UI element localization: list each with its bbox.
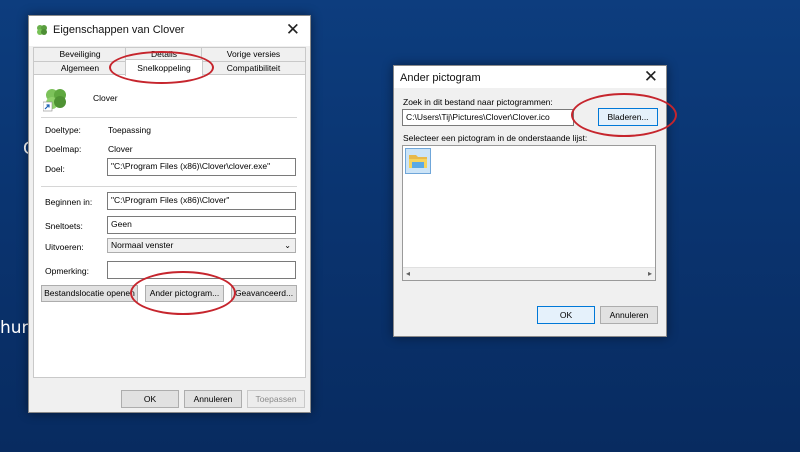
icon-ok-button[interactable]: OK — [537, 306, 595, 324]
icon-dialog-title: Ander pictogram — [400, 72, 481, 84]
uitvoeren-value: Normaal venster — [111, 240, 174, 250]
annotation-ring-ander-pictogram — [130, 271, 236, 315]
divider — [41, 117, 297, 118]
chevron-right-icon[interactable]: ▸ — [648, 269, 652, 278]
icon-dialog-titlebar[interactable]: Ander pictogram ✕ — [394, 66, 666, 88]
divider — [41, 186, 297, 187]
properties-title: Eigenschappen van Clover — [53, 24, 185, 36]
chevron-down-icon: ⌄ — [284, 241, 291, 250]
cancel-button[interactable]: Annuleren — [184, 390, 242, 408]
tab-snelkoppeling[interactable]: Snelkoppeling — [125, 59, 203, 76]
tab-compatibiliteit[interactable]: Compatibiliteit — [201, 61, 306, 75]
ok-button[interactable]: OK — [121, 390, 179, 408]
chevron-left-icon[interactable]: ◂ — [406, 269, 410, 278]
horizontal-scrollbar[interactable]: ◂ ▸ — [403, 267, 655, 280]
clover-title-icon — [35, 23, 49, 37]
doeltype-label: Doeltype: — [45, 125, 81, 135]
sneltoets-field[interactable]: Geen — [107, 216, 296, 234]
icon-cancel-button[interactable]: Annuleren — [600, 306, 658, 324]
properties-dialog: Eigenschappen van Clover ✕ Beveiliging D… — [28, 15, 311, 413]
bestandslocatie-button[interactable]: Bestandslocatie openen — [41, 285, 138, 302]
close-icon[interactable]: ✕ — [644, 67, 658, 87]
doelmap-value: Clover — [108, 144, 133, 154]
tab-vorige-versies[interactable]: Vorige versies — [201, 47, 306, 61]
doeltype-value: Toepassing — [108, 125, 152, 135]
icon-path-field[interactable]: C:\Users\Tij\Pictures\Clover\Clover.ico — [402, 109, 574, 126]
apply-button[interactable]: Toepassen — [247, 390, 305, 408]
folder-icon[interactable] — [405, 148, 431, 174]
uitvoeren-label: Uitvoeren: — [45, 242, 84, 252]
search-file-label: Zoek in dit bestand naar pictogrammen: — [403, 97, 553, 107]
beginnen-label: Beginnen in: — [45, 197, 93, 207]
sneltoets-label: Sneltoets: — [45, 221, 83, 231]
tab-beveiliging[interactable]: Beveiliging — [33, 47, 127, 61]
select-icon-label: Selecteer een pictogram in de onderstaan… — [403, 133, 588, 143]
close-icon[interactable]: ✕ — [286, 20, 300, 40]
clover-shortcut-icon — [42, 86, 69, 112]
uitvoeren-select[interactable]: Normaal venster ⌄ — [107, 238, 296, 253]
beginnen-field[interactable]: "C:\Program Files (x86)\Clover" — [107, 192, 296, 210]
app-name: Clover — [93, 93, 118, 103]
annotation-ring-bladeren — [571, 93, 677, 137]
properties-titlebar[interactable]: Eigenschappen van Clover ✕ — [29, 16, 310, 46]
icon-list[interactable]: ◂ ▸ — [402, 145, 656, 281]
opmerking-label: Opmerking: — [45, 266, 89, 276]
desktop-text-mid: hur — [0, 318, 29, 338]
geavanceerd-button[interactable]: Geavanceerd... — [231, 285, 297, 302]
doel-label: Doel: — [45, 164, 65, 174]
doel-field[interactable]: "C:\Program Files (x86)\Clover\clover.ex… — [107, 158, 296, 176]
doelmap-label: Doelmap: — [45, 144, 82, 154]
